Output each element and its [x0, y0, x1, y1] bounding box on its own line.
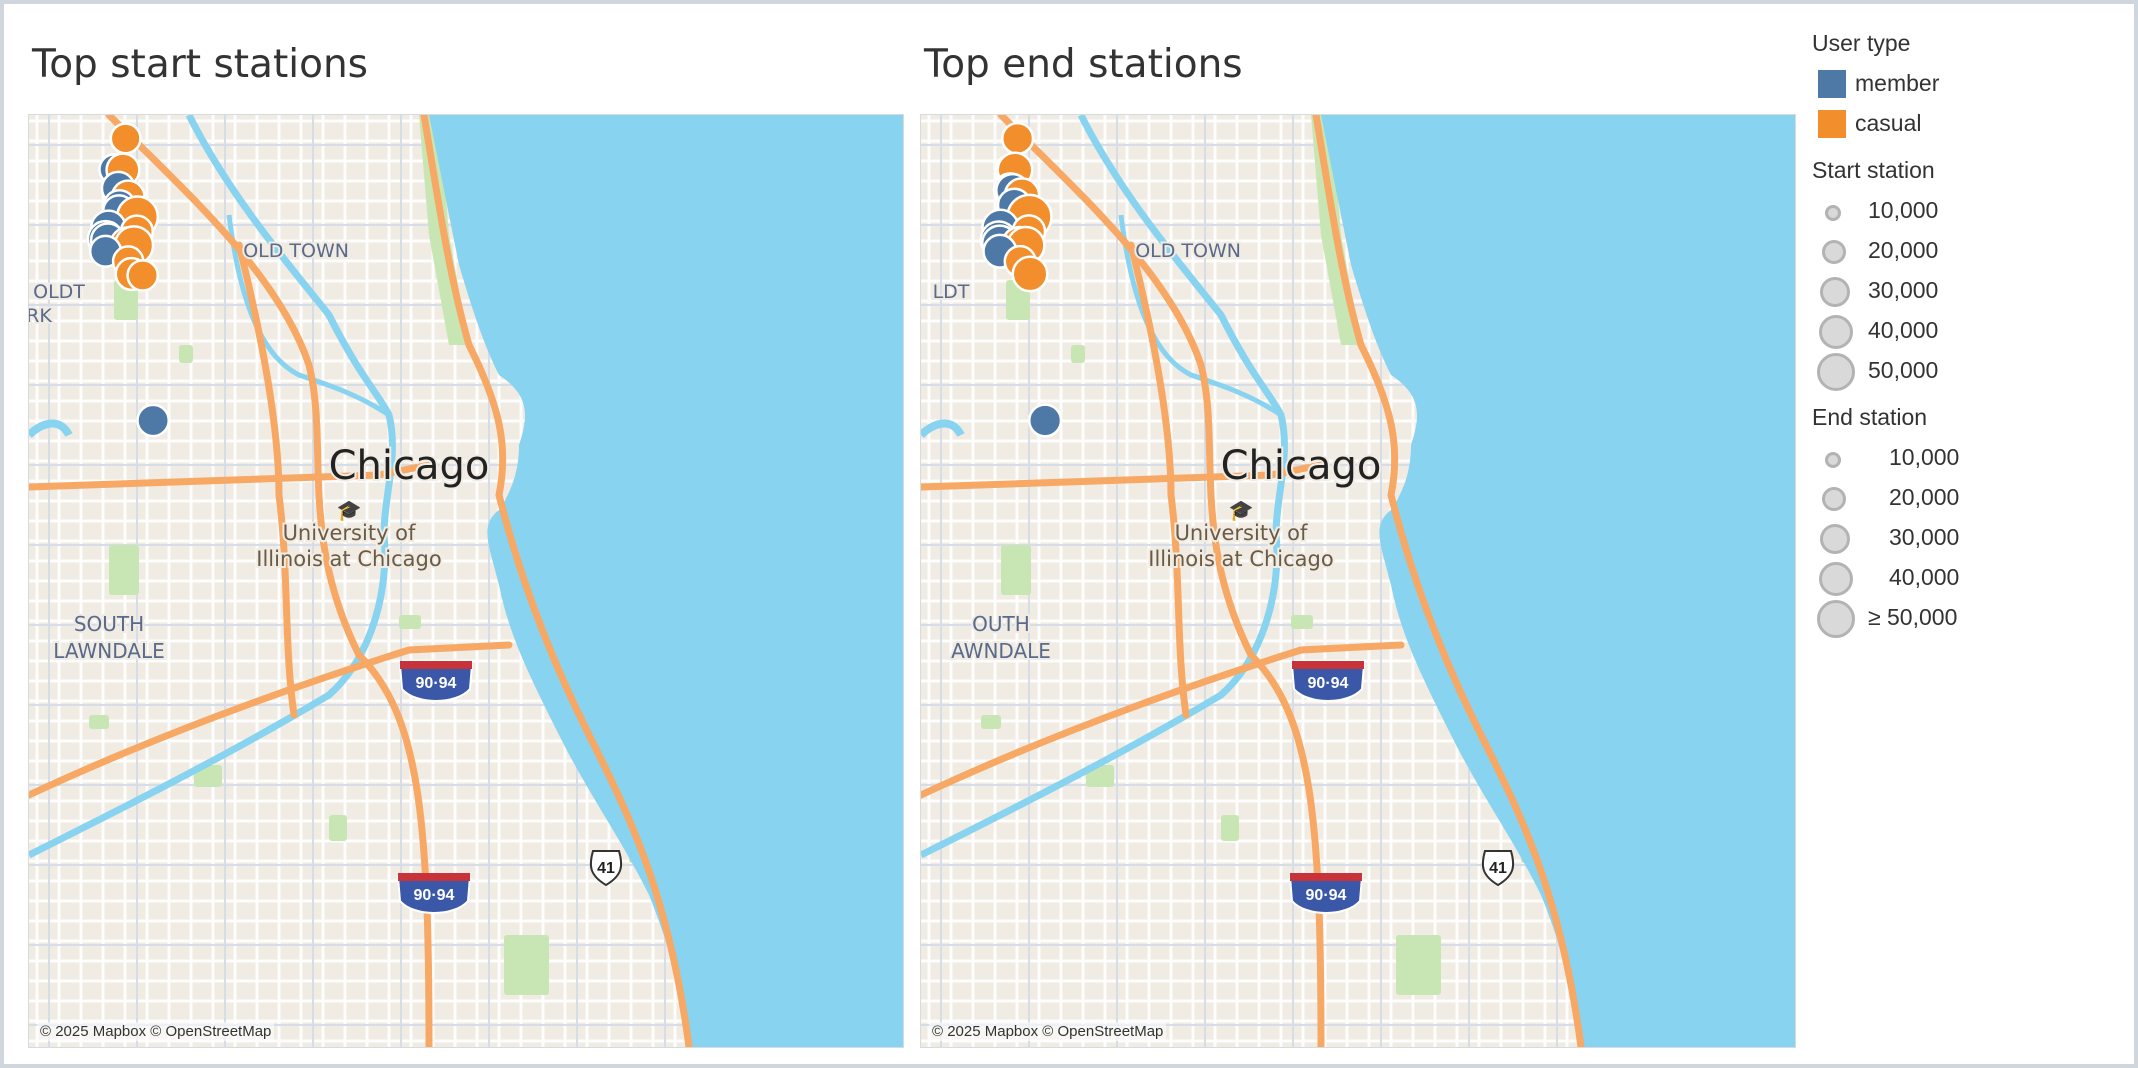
color-swatch	[1818, 70, 1846, 98]
park-area	[1001, 545, 1031, 595]
legend-label: 10,000	[1868, 197, 1939, 223]
legend-title: User type	[1812, 30, 1911, 56]
neighborhood-label: OLD TOWN	[1135, 240, 1241, 262]
park-area	[504, 935, 549, 995]
park-area	[329, 815, 347, 841]
city-label: Chicago	[1221, 443, 1382, 489]
station-marker-member	[1027, 403, 1063, 438]
station-marker-casual	[109, 122, 142, 155]
university-label: Illinois at Chicago	[256, 547, 441, 571]
size-circle-icon	[1825, 452, 1841, 468]
interstate-shield-icon: 90·94	[1290, 661, 1366, 702]
legend-size-item[interactable]: 10,000	[1812, 192, 2132, 232]
university-label: University of	[283, 521, 416, 545]
size-circle-icon	[1819, 562, 1853, 596]
legend-size-item[interactable]: 20,000	[1812, 479, 2132, 519]
station-marker-member	[136, 403, 170, 438]
legend-size-item[interactable]: 30,000	[1812, 519, 2132, 559]
station-marker-casual	[1001, 121, 1035, 156]
university-label: Illinois at Chicago	[1148, 547, 1333, 571]
legend-label: 10,000	[1889, 444, 1960, 470]
size-circle-icon	[1817, 600, 1855, 638]
legend-label: 30,000	[1889, 524, 1960, 550]
legend-item-casual[interactable]: casual	[1812, 105, 2132, 145]
legend-label: 40,000	[1868, 317, 1939, 343]
legend-label: 40,000	[1889, 564, 1960, 590]
neighborhood-label: OLDT	[33, 281, 85, 303]
neighborhood-label: SOUTH	[74, 612, 144, 636]
size-circle-icon	[1822, 487, 1846, 511]
legend-size-item[interactable]: ≥ 50,000	[1812, 599, 2132, 639]
end-stations-map[interactable]: 90·94 90·94 41 Chicago OLD TOWN LDT University…	[920, 114, 1796, 1048]
legend-label: member	[1855, 70, 1940, 96]
size-circle-icon	[1822, 240, 1846, 264]
neighborhood-label: AWNDALE	[951, 639, 1051, 663]
panel-title-end: Top end stations	[924, 42, 1243, 87]
legend-label: 20,000	[1889, 484, 1960, 510]
map-attribution[interactable]: © 2025 Mapbox © OpenStreetMap	[37, 1022, 275, 1041]
shield-number: 90·94	[1308, 675, 1349, 692]
legend: User type member casual Start station 10…	[1812, 30, 2132, 651]
legend-label: 20,000	[1868, 237, 1939, 263]
legend-size-item[interactable]: 10,000	[1812, 439, 2132, 479]
color-swatch	[1818, 110, 1846, 138]
neighborhood-label: OLD TOWN	[243, 240, 349, 262]
legend-size-item[interactable]: 50,000	[1812, 352, 2132, 392]
shield-number: 41	[1489, 860, 1507, 877]
size-circle-icon	[1825, 205, 1841, 221]
park-area	[1291, 615, 1313, 629]
interstate-shield-icon: 90·94	[398, 661, 474, 702]
panel-title-start: Top start stations	[32, 42, 368, 87]
park-area	[981, 715, 1001, 729]
size-circle-icon	[1819, 315, 1853, 349]
neighborhood-label: LDT	[933, 281, 970, 303]
park-area	[1071, 345, 1085, 363]
station-marker-casual	[1011, 255, 1049, 293]
map-attribution[interactable]: © 2025 Mapbox © OpenStreetMap	[929, 1022, 1167, 1041]
station-marker-casual	[126, 259, 160, 292]
size-circle-icon	[1820, 524, 1850, 554]
dashboard-frame: Top start stations 90·94 90·94 41 Chicago OL…	[0, 0, 2138, 1068]
neighborhood-label: OUTH	[972, 612, 1030, 636]
park-area	[399, 615, 421, 629]
legend-size-item[interactable]: 40,000	[1812, 312, 2132, 352]
interstate-shield-icon: 90·94	[396, 873, 472, 914]
park-area	[179, 345, 193, 363]
legend-size-item[interactable]: 40,000	[1812, 559, 2132, 599]
legend-title: Start station	[1812, 157, 1935, 183]
neighborhood-label: LAWNDALE	[53, 639, 164, 663]
park-area	[1396, 935, 1441, 995]
shield-number: 90·94	[414, 887, 455, 904]
legend-label: 50,000	[1868, 357, 1939, 383]
park-area	[109, 545, 139, 595]
university-icon: 🎓	[1229, 498, 1254, 522]
legend-title: End station	[1812, 404, 1928, 430]
legend-start-station: Start station 10,000 20,000 30,000 40,00…	[1812, 157, 2132, 392]
legend-user-type: User type member casual	[1812, 30, 2132, 145]
legend-end-station: End station 10,000 20,000 30,000 40,000 …	[1812, 404, 2132, 639]
university-label: University of	[1175, 521, 1308, 545]
map-canvas[interactable]: 90·94 90·94 41 Chicago OLD TOWN OLDTRK Univers…	[29, 115, 903, 1047]
legend-size-item[interactable]: 30,000	[1812, 272, 2132, 312]
legend-label: 30,000	[1868, 277, 1939, 303]
neighborhood-label: RK	[29, 305, 52, 327]
university-icon: 🎓	[337, 498, 362, 522]
shield-number: 90·94	[416, 675, 457, 692]
park-area	[1221, 815, 1239, 841]
legend-size-item[interactable]: 20,000	[1812, 232, 2132, 272]
interstate-shield-icon: 90·94	[1288, 873, 1364, 914]
legend-label: casual	[1855, 110, 1922, 136]
shield-number: 41	[597, 860, 615, 877]
shield-number: 90·94	[1306, 887, 1347, 904]
legend-label: ≥ 50,000	[1868, 604, 1958, 630]
map-canvas[interactable]: 90·94 90·94 41 Chicago OLD TOWN LDT University…	[921, 115, 1795, 1047]
start-stations-map[interactable]: 90·94 90·94 41 Chicago OLD TOWN OLDTRK Univers…	[28, 114, 904, 1048]
size-circle-icon	[1817, 353, 1855, 391]
city-label: Chicago	[329, 443, 490, 489]
legend-item-member[interactable]: member	[1812, 65, 2132, 105]
size-circle-icon	[1820, 277, 1850, 307]
park-area	[89, 715, 109, 729]
